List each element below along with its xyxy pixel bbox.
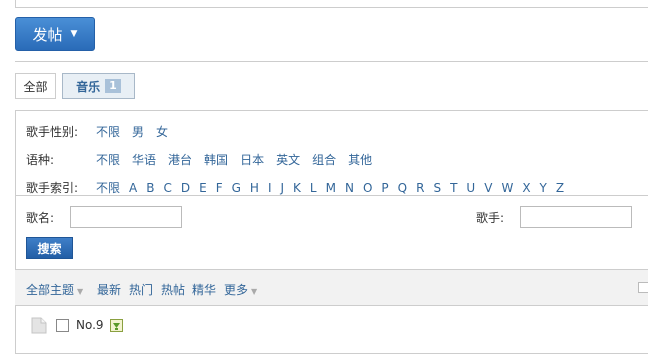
select-checkbox[interactable] bbox=[638, 282, 648, 293]
filter-option[interactable]: 英文 bbox=[276, 151, 300, 168]
filter-row-gender: 歌手性别: 不限 男 女 bbox=[26, 123, 180, 140]
filter-option[interactable]: T bbox=[450, 181, 457, 195]
filter-option[interactable]: B bbox=[146, 181, 154, 195]
filter-label: 更多 bbox=[224, 283, 249, 297]
filter-option[interactable]: 日本 bbox=[240, 151, 264, 168]
filter-option[interactable]: 不限 bbox=[96, 123, 120, 140]
thread-title[interactable]: No.9 bbox=[76, 318, 104, 332]
singer-input[interactable] bbox=[520, 206, 632, 228]
filter-option[interactable]: 华语 bbox=[132, 151, 156, 168]
top-frame bbox=[15, 0, 648, 8]
filter-hot[interactable]: 热门 bbox=[129, 281, 153, 298]
song-name-label-row: 歌名: bbox=[26, 209, 54, 226]
filter-option[interactable]: R bbox=[416, 181, 424, 195]
filter-option[interactable]: 其他 bbox=[348, 151, 372, 168]
search-button-label: 搜索 bbox=[37, 241, 62, 256]
filter-option[interactable]: U bbox=[466, 181, 475, 195]
filter-option[interactable]: 不限 bbox=[96, 179, 120, 196]
filter-option[interactable]: L bbox=[310, 181, 317, 195]
filter-option[interactable]: H bbox=[250, 181, 259, 195]
filter-option[interactable]: 港台 bbox=[168, 151, 192, 168]
filter-more[interactable]: 更多 ▼ bbox=[224, 281, 257, 298]
filter-option[interactable]: 女 bbox=[156, 123, 168, 140]
song-name-input[interactable] bbox=[70, 206, 182, 228]
filter-label: 全部主题 bbox=[26, 283, 75, 297]
filter-option[interactable]: C bbox=[163, 181, 171, 195]
filter-label: 歌手索引: bbox=[26, 181, 79, 195]
filter-option[interactable]: K bbox=[293, 181, 301, 195]
chevron-down-icon: ▼ bbox=[70, 29, 78, 39]
filter-option[interactable]: A bbox=[129, 181, 137, 195]
filter-option[interactable]: 男 bbox=[132, 123, 144, 140]
filter-all-topics[interactable]: 全部主题 ▼ bbox=[26, 281, 83, 298]
image-attachment-icon bbox=[110, 319, 123, 332]
chevron-down-icon: ▼ bbox=[251, 287, 258, 296]
filter-option[interactable]: Y bbox=[540, 181, 547, 195]
search-button[interactable]: 搜索 bbox=[26, 237, 73, 259]
filter-digest[interactable]: 精华 bbox=[192, 281, 216, 298]
filter-option[interactable]: M bbox=[326, 181, 336, 195]
divider bbox=[15, 61, 648, 62]
filter-option[interactable]: V bbox=[484, 181, 492, 195]
filter-option[interactable]: F bbox=[216, 181, 223, 195]
tab-label: 音乐 bbox=[76, 79, 101, 94]
filter-panel bbox=[15, 110, 648, 354]
divider bbox=[15, 195, 648, 196]
singer-label: 歌手: bbox=[476, 211, 505, 225]
post-button[interactable]: 发帖 ▼ bbox=[15, 17, 95, 51]
document-icon bbox=[31, 317, 47, 334]
filter-option[interactable]: 不限 bbox=[96, 151, 120, 168]
filter-option[interactable]: D bbox=[181, 181, 190, 195]
song-name-label: 歌名: bbox=[26, 211, 55, 225]
chevron-down-icon: ▼ bbox=[77, 287, 84, 296]
filter-label: 歌手性别: bbox=[26, 125, 79, 139]
filter-option[interactable]: X bbox=[522, 181, 530, 195]
filter-option[interactable]: Q bbox=[398, 181, 407, 195]
filter-option[interactable]: 组合 bbox=[312, 151, 336, 168]
filter-option[interactable]: S bbox=[433, 181, 441, 195]
filter-option[interactable]: G bbox=[232, 181, 241, 195]
filter-hot-posts[interactable]: 热帖 bbox=[161, 281, 185, 298]
filter-label: 语种: bbox=[26, 153, 55, 167]
post-button-label: 发帖 bbox=[32, 25, 63, 44]
filter-option[interactable]: 韩国 bbox=[204, 151, 228, 168]
tab-music[interactable]: 音乐 1 bbox=[62, 73, 135, 99]
tab-badge: 1 bbox=[105, 79, 121, 93]
tab-label: 全部 bbox=[23, 79, 48, 94]
filter-option[interactable]: J bbox=[281, 181, 285, 195]
filter-option[interactable]: W bbox=[501, 181, 513, 195]
filter-option[interactable]: E bbox=[199, 181, 207, 195]
singer-label-row: 歌手: bbox=[476, 209, 504, 226]
tab-all[interactable]: 全部 bbox=[15, 73, 56, 99]
filter-row-index: 歌手索引: 不限 A B C D E F G H I J K L M N O P… bbox=[26, 179, 573, 196]
thread-checkbox[interactable] bbox=[56, 319, 69, 332]
filter-option[interactable]: P bbox=[381, 181, 388, 195]
filter-option[interactable]: O bbox=[363, 181, 372, 195]
filter-row-language: 语种: 不限 华语 港台 韩国 日本 英文 组合 其他 bbox=[26, 151, 384, 168]
filter-option[interactable]: N bbox=[345, 181, 354, 195]
filter-newest[interactable]: 最新 bbox=[97, 281, 121, 298]
filter-option[interactable]: Z bbox=[556, 181, 564, 195]
filter-option[interactable]: I bbox=[268, 181, 272, 195]
